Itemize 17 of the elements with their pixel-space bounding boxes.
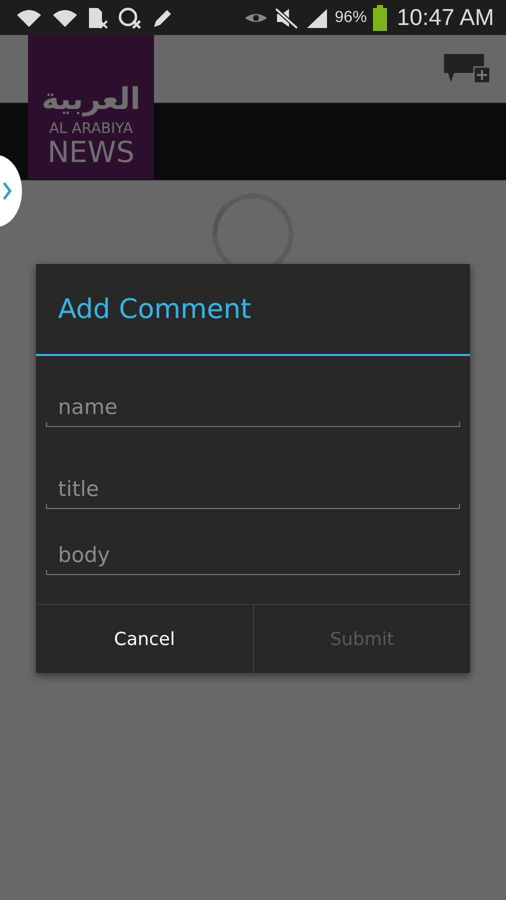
add-comment-icon[interactable]: [444, 54, 490, 84]
logo-arabic-text: العربية: [42, 83, 140, 116]
wifi-icon: [16, 8, 42, 28]
logo-text: NEWS: [47, 136, 135, 167]
chevron-right-icon: [2, 181, 12, 201]
clock: 10:47 AM: [396, 4, 494, 31]
eye-icon: [244, 12, 267, 22]
voicemail-icon: [118, 6, 142, 28]
battery-icon: [372, 4, 387, 30]
signal-icon: [304, 8, 329, 28]
battery-percentage: 96%: [334, 8, 367, 26]
sim-card-icon: [88, 6, 108, 28]
dialog-title: Add Comment: [58, 294, 252, 324]
wifi-icon: [52, 8, 78, 28]
dialog-button[interactable]: Cancel: [36, 605, 253, 673]
muted-speaker-icon: [272, 6, 299, 28]
logo-text: AL ARABIYA: [49, 122, 133, 137]
